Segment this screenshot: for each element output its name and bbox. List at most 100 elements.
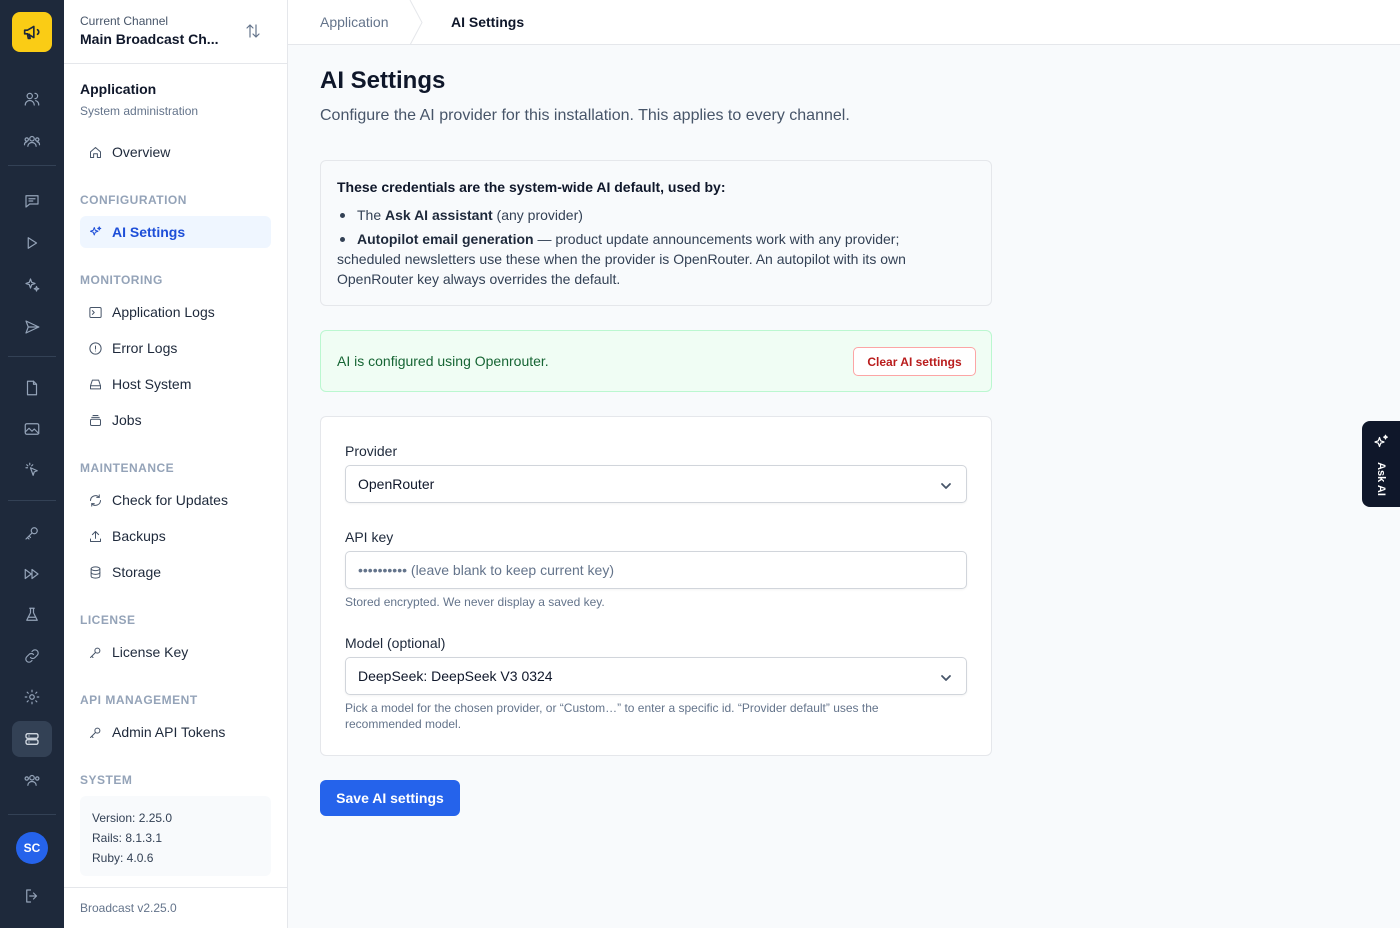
- section-monitoring: MONITORING: [80, 273, 163, 287]
- stack-icon: [90, 414, 101, 426]
- api-key-label: API key: [345, 529, 394, 545]
- fast-forward-icon[interactable]: [12, 556, 52, 592]
- server-icon[interactable]: [12, 721, 52, 757]
- save-ai-settings-button[interactable]: Save AI settings: [320, 780, 460, 816]
- sidebar-item-ai-settings[interactable]: AI Settings: [80, 216, 271, 248]
- upload-icon: [90, 530, 101, 542]
- model-label: Model (optional): [345, 635, 446, 651]
- section-configuration: CONFIGURATION: [80, 193, 187, 207]
- swap-arrows-icon[interactable]: [244, 22, 264, 42]
- system-info-box: Version: 2.25.0 Rails: 8.1.3.1 Ruby: 4.0…: [80, 796, 271, 876]
- section-maintenance: MAINTENANCE: [80, 461, 175, 475]
- breadcrumb-parent[interactable]: Application: [320, 14, 389, 30]
- contacts-icon[interactable]: [12, 81, 52, 117]
- channel-switcher[interactable]: Current Channel Main Broadcast Ch...: [64, 0, 287, 64]
- info-title: These credentials are the system-wide AI…: [337, 179, 726, 195]
- sidebar-item-admin-api-tokens[interactable]: Admin API Tokens: [80, 716, 271, 748]
- api-key-input[interactable]: •••••••••• (leave blank to keep current …: [345, 551, 967, 589]
- model-value: DeepSeek: DeepSeek V3 0324: [358, 668, 553, 684]
- sidebar-item-backups[interactable]: Backups: [80, 520, 271, 552]
- sidebar-item-label: Host System: [112, 376, 192, 392]
- cursor-click-icon[interactable]: [12, 452, 52, 488]
- sidebar-item-storage[interactable]: Storage: [80, 556, 271, 588]
- model-help: Pick a model for the chosen provider, or…: [345, 701, 879, 731]
- sidebar-item-label: Error Logs: [112, 340, 178, 356]
- key-icon: [90, 647, 101, 658]
- settings-icon[interactable]: [12, 679, 52, 715]
- info-item-autopilot: Autopilot email generation — product upd…: [337, 229, 975, 289]
- link-icon[interactable]: [12, 638, 52, 674]
- provider-value: OpenRouter: [358, 476, 435, 492]
- alert-circle-icon: [89, 341, 102, 355]
- team-icon[interactable]: [12, 762, 52, 798]
- sidebar-item-jobs[interactable]: Jobs: [80, 404, 271, 436]
- sparkles-icon: [1372, 433, 1390, 451]
- channel-name: Main Broadcast Ch...: [80, 31, 219, 47]
- sidebar: Current Channel Main Broadcast Ch... App…: [64, 0, 288, 928]
- section-system: SYSTEM: [80, 773, 133, 787]
- sparkles-icon[interactable]: [12, 267, 52, 303]
- section-api-management: API MANAGEMENT: [80, 693, 198, 707]
- provider-label: Provider: [345, 443, 398, 459]
- sidebar-item-application-logs[interactable]: Application Logs: [80, 296, 271, 328]
- sidebar-item-label: Check for Updates: [112, 492, 228, 508]
- sidebar-item-label: License Key: [112, 644, 189, 660]
- model-select[interactable]: DeepSeek: DeepSeek V3 0324: [345, 657, 967, 695]
- home-icon: [90, 146, 101, 158]
- sidebar-item-label: Backups: [112, 528, 166, 544]
- segments-icon[interactable]: [12, 123, 52, 159]
- status-alert: AI is configured using Openrouter. Clear…: [320, 330, 992, 392]
- sidebar-item-label: Storage: [112, 564, 162, 580]
- key-icon: [90, 727, 101, 738]
- sidebar-item-label: AI Settings: [112, 224, 186, 240]
- sidebar-item-overview[interactable]: Overview: [80, 136, 271, 168]
- file-icon[interactable]: [12, 370, 52, 406]
- system-rails: Rails: 8.1.3.1: [92, 831, 163, 845]
- play-icon[interactable]: [12, 225, 52, 261]
- chevron-down-icon: [940, 671, 952, 683]
- ask-ai-label: Ask AI: [1375, 462, 1387, 496]
- sidebar-item-license-key[interactable]: License Key: [80, 636, 271, 668]
- hard-drive-icon: [90, 379, 101, 389]
- sidebar-footer: Broadcast v2.25.0: [64, 887, 287, 928]
- sidebar-item-label: Application Logs: [112, 304, 215, 320]
- sidebar-item-check-updates[interactable]: Check for Updates: [80, 484, 271, 516]
- database-icon: [90, 565, 101, 579]
- clear-ai-settings-button[interactable]: Clear AI settings: [853, 347, 976, 376]
- user-avatar[interactable]: SC: [16, 832, 48, 864]
- refresh-icon: [90, 493, 101, 507]
- sidebar-subtitle: System administration: [80, 104, 199, 118]
- system-version: Version: 2.25.0: [92, 811, 173, 825]
- megaphone-logo-icon[interactable]: [12, 12, 52, 52]
- breadcrumb-separator-icon: [409, 0, 423, 45]
- sidebar-item-label: Jobs: [112, 412, 142, 428]
- section-license: LICENSE: [80, 613, 136, 627]
- ai-settings-form: Provider OpenRouter API key •••••••••• (…: [320, 416, 992, 756]
- page-title: AI Settings: [320, 67, 446, 94]
- key-icon[interactable]: [12, 515, 52, 551]
- logout-icon[interactable]: [12, 878, 52, 914]
- ask-ai-tab[interactable]: Ask AI: [1362, 421, 1400, 507]
- sidebar-item-host-system[interactable]: Host System: [80, 368, 271, 400]
- app-rail: SC: [0, 0, 64, 928]
- system-ruby: Ruby: 4.0.6: [92, 851, 154, 865]
- message-icon[interactable]: [12, 183, 52, 219]
- sidebar-item-error-logs[interactable]: Error Logs: [80, 332, 271, 364]
- chevron-down-icon: [940, 479, 952, 491]
- provider-select[interactable]: OpenRouter: [345, 465, 967, 503]
- info-item-ask-ai: The Ask AI assistant (any provider): [337, 205, 975, 225]
- send-icon[interactable]: [12, 309, 52, 345]
- app-version: Broadcast v2.25.0: [80, 901, 177, 915]
- breadcrumb: Application AI Settings: [288, 0, 1400, 45]
- breadcrumb-current: AI Settings: [451, 14, 525, 30]
- terminal-icon: [89, 306, 102, 318]
- api-key-help: Stored encrypted. We never display a sav…: [345, 595, 605, 609]
- image-icon[interactable]: [12, 411, 52, 447]
- channel-label: Current Channel: [80, 14, 169, 28]
- sidebar-title: Application: [80, 81, 157, 97]
- page-description: Configure the AI provider for this insta…: [320, 107, 850, 124]
- flask-icon[interactable]: [12, 597, 52, 633]
- api-key-placeholder: •••••••••• (leave blank to keep current …: [358, 562, 615, 578]
- info-panel: These credentials are the system-wide AI…: [320, 160, 992, 306]
- status-message: AI is configured using Openrouter.: [337, 353, 549, 369]
